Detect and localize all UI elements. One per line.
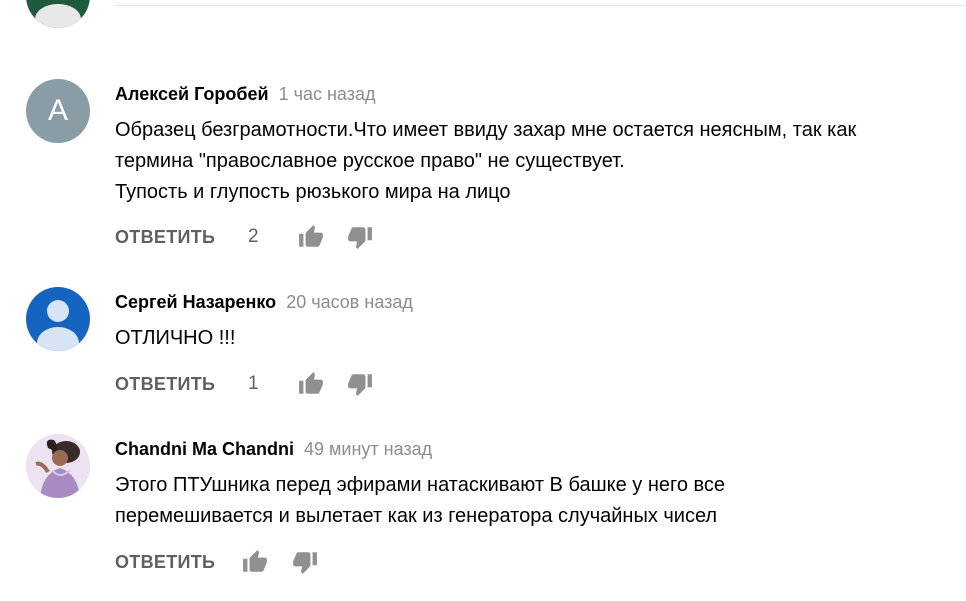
avatar[interactable] [26, 287, 90, 351]
comment: Chandni Ma Chandni 49 минут назад Этого П… [0, 434, 966, 601]
thumb-down-icon[interactable] [292, 549, 318, 575]
comment: A Алексей Горобей 1 час назад Образец без… [0, 79, 966, 279]
comment-text-line: Образец безграмотности.Что имеет ввиду з… [115, 119, 857, 141]
comment-timestamp[interactable]: 20 часов назад [286, 292, 413, 312]
thumb-down-icon[interactable] [347, 224, 373, 250]
thumb-down-icon[interactable] [347, 371, 373, 397]
comment-header: Сергей Назаренко 20 часов назад [115, 291, 413, 313]
divider [115, 5, 966, 6]
reply-button[interactable]: ОТВЕТИТЬ [115, 224, 215, 250]
comment-text-line: Тупость и глупость рюзького мира на лицо [115, 181, 511, 203]
comment-header: Chandni Ma Chandni 49 минут назад [115, 438, 432, 460]
author-name[interactable]: Chandni Ma Chandni [115, 439, 294, 459]
author-name[interactable]: Сергей Назаренко [115, 292, 276, 312]
reply-button[interactable]: ОТВЕТИТЬ [115, 371, 215, 397]
like-count: 1 [248, 373, 259, 394]
thumb-up-icon[interactable] [298, 224, 324, 250]
user-photo [26, 434, 90, 498]
comment-timestamp[interactable]: 49 минут назад [304, 439, 432, 459]
thumb-up-icon[interactable] [298, 371, 324, 397]
comment-text-line: перемешивается и вылетает как из генерат… [115, 505, 718, 527]
comment-timestamp[interactable]: 1 час назад [279, 84, 376, 104]
avatar[interactable]: A [26, 79, 90, 143]
author-name[interactable]: Алексей Горобей [115, 84, 269, 104]
comment-text-line: термина "православное русское право" не … [115, 150, 625, 172]
avatar[interactable] [26, 434, 90, 498]
comment-text: Этого ПТУшника перед эфирами натаскивают… [115, 470, 955, 532]
reply-button[interactable]: ОТВЕТИТЬ [115, 549, 215, 575]
comment-actions: ОТВЕТИТЬ 2 [115, 224, 415, 250]
comment-text: Образец безграмотности.Что имеет ввиду з… [115, 115, 955, 208]
comment-text: ОТЛИЧНО !!! [115, 323, 955, 354]
comment-text-line: Этого ПТУшника перед эфирами натаскивают… [115, 474, 726, 496]
like-count: 2 [248, 226, 259, 247]
comment-actions: ОТВЕТИТЬ 1 [115, 371, 415, 397]
comment-header: Алексей Горобей 1 час назад [115, 83, 375, 105]
comment-actions: ОТВЕТИТЬ [115, 549, 415, 575]
comment-text-line: ОТЛИЧНО !!! [115, 327, 236, 349]
thumb-up-icon[interactable] [242, 549, 268, 575]
avatar[interactable] [26, 0, 90, 28]
default-avatar-icon [37, 300, 79, 351]
comment: Сергей Назаренко 20 часов назад ОТЛИЧНО !… [0, 287, 966, 417]
